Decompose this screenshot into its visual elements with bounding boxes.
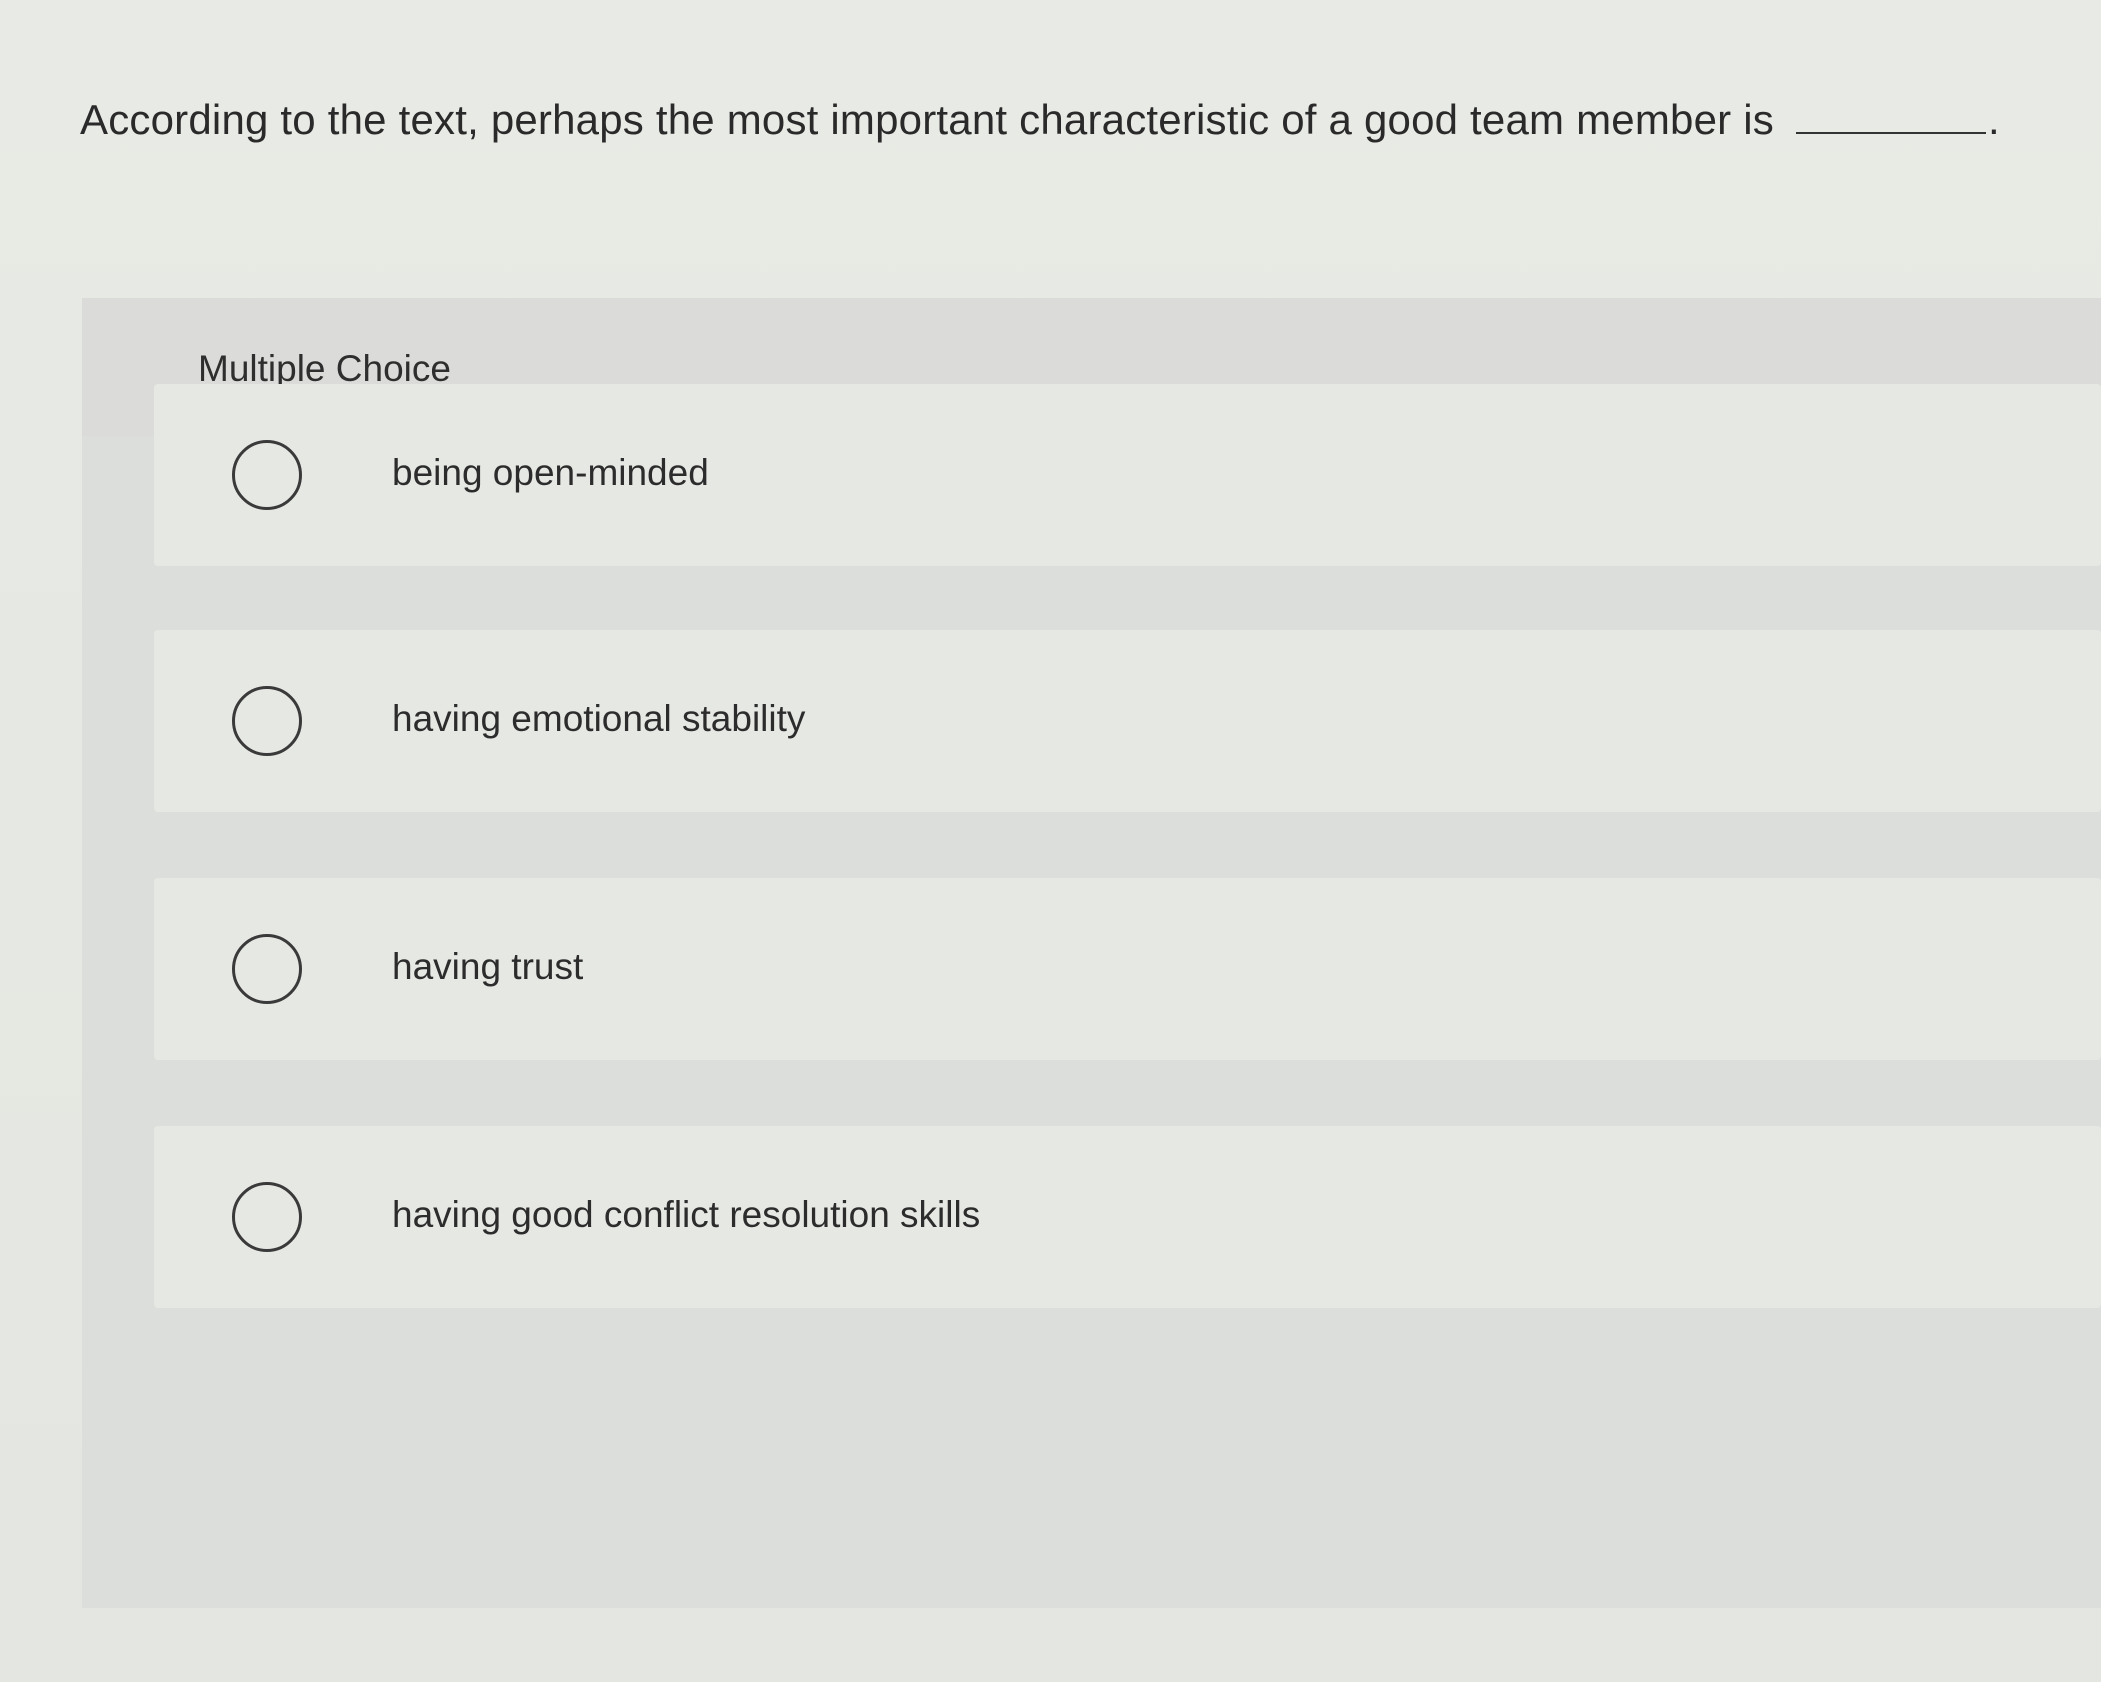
radio-button-icon[interactable]	[232, 440, 302, 510]
option-label: being open-minded	[392, 452, 709, 493]
radio-button-icon[interactable]	[232, 934, 302, 1004]
quiz-page: According to the text, perhaps the most …	[0, 0, 2101, 1682]
question-prompt: According to the text, perhaps the most …	[80, 96, 2000, 144]
option-label: having emotional stability	[392, 698, 806, 739]
option-label: having trust	[392, 946, 584, 987]
answer-option-having-trust[interactable]: having trust	[154, 878, 2101, 1060]
option-label: having good conflict resolution skills	[392, 1194, 981, 1235]
question-text: According to the text, perhaps the most …	[80, 96, 1774, 143]
radio-button-icon[interactable]	[232, 1182, 302, 1252]
question-period: .	[1987, 96, 2000, 143]
answer-blank	[1795, 98, 1986, 134]
answer-option-being-open-minded[interactable]: being open-minded	[154, 384, 2101, 566]
answer-option-having-good-conflict-resolution-skills[interactable]: having good conflict resolution skills	[154, 1126, 2101, 1308]
radio-button-icon[interactable]	[232, 686, 302, 756]
answer-option-having-emotional-stability[interactable]: having emotional stability	[154, 630, 2101, 812]
